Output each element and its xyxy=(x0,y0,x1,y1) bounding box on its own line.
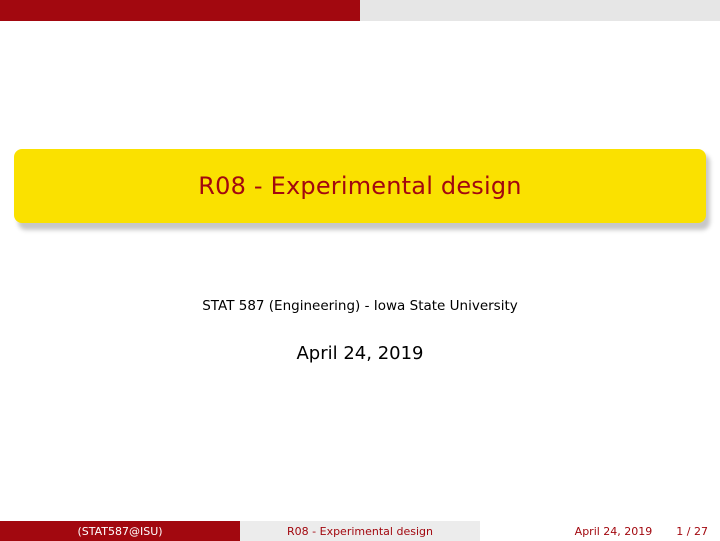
slide-date: April 24, 2019 xyxy=(296,343,424,364)
top-bar-red-segment xyxy=(0,0,360,21)
slide-footer: (STAT587@ISU) R08 - Experimental design … xyxy=(0,521,720,541)
slide-author: STAT 587 (Engineering) - Iowa State Univ… xyxy=(202,298,518,314)
footer-right: April 24, 2019 1 / 27 xyxy=(480,521,720,541)
slide-title: R08 - Experimental design xyxy=(198,172,522,200)
footer-short-author: (STAT587@ISU) xyxy=(77,524,163,538)
title-box: R08 - Experimental design xyxy=(14,149,706,223)
footer-date: April 24, 2019 xyxy=(574,524,653,538)
footer-page-number: 1 / 27 xyxy=(676,524,708,538)
footer-short-title: R08 - Experimental design xyxy=(287,524,433,538)
top-bar-grey-segment xyxy=(360,0,720,21)
top-progress-bar xyxy=(0,0,720,21)
footer-left: (STAT587@ISU) xyxy=(0,521,240,541)
footer-center: R08 - Experimental design xyxy=(240,521,480,541)
